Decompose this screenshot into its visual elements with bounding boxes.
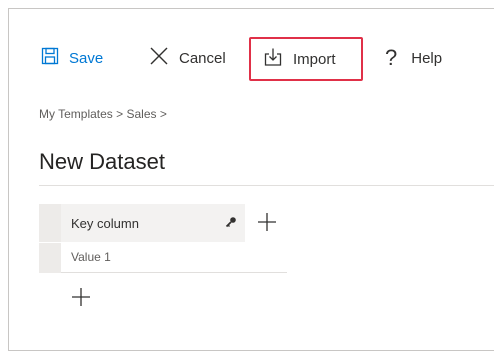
key-icon bbox=[225, 216, 237, 231]
app-frame: Save Cancel Import ? Help My Templates >… bbox=[8, 8, 494, 351]
save-icon bbox=[41, 47, 59, 70]
import-icon bbox=[263, 47, 283, 72]
row-selector[interactable] bbox=[39, 242, 61, 273]
question-icon: ? bbox=[385, 45, 398, 70]
add-column-button[interactable] bbox=[257, 212, 277, 237]
header-row-selector[interactable] bbox=[39, 204, 61, 242]
breadcrumb[interactable]: My Templates > Sales > bbox=[39, 107, 167, 121]
save-button[interactable]: Save bbox=[41, 37, 103, 79]
page-title: New Dataset bbox=[39, 149, 165, 174]
title-divider bbox=[39, 185, 494, 186]
save-label: Save bbox=[69, 49, 104, 67]
table-cell[interactable]: Value 1 bbox=[61, 242, 287, 273]
plus-icon bbox=[71, 288, 91, 311]
close-icon bbox=[149, 46, 169, 71]
help-button[interactable]: ? Help bbox=[385, 37, 442, 79]
command-bar: Save Cancel Import ? Help bbox=[9, 37, 494, 81]
add-row-button[interactable] bbox=[71, 287, 91, 312]
import-label: Import bbox=[293, 50, 336, 68]
column-header-key[interactable]: Key column bbox=[61, 204, 245, 242]
import-button[interactable]: Import bbox=[249, 37, 363, 81]
cancel-label: Cancel bbox=[179, 49, 226, 67]
plus-icon bbox=[257, 213, 277, 236]
cancel-button[interactable]: Cancel bbox=[149, 37, 226, 79]
help-label: Help bbox=[411, 49, 443, 67]
column-header-label: Key column bbox=[71, 215, 139, 231]
